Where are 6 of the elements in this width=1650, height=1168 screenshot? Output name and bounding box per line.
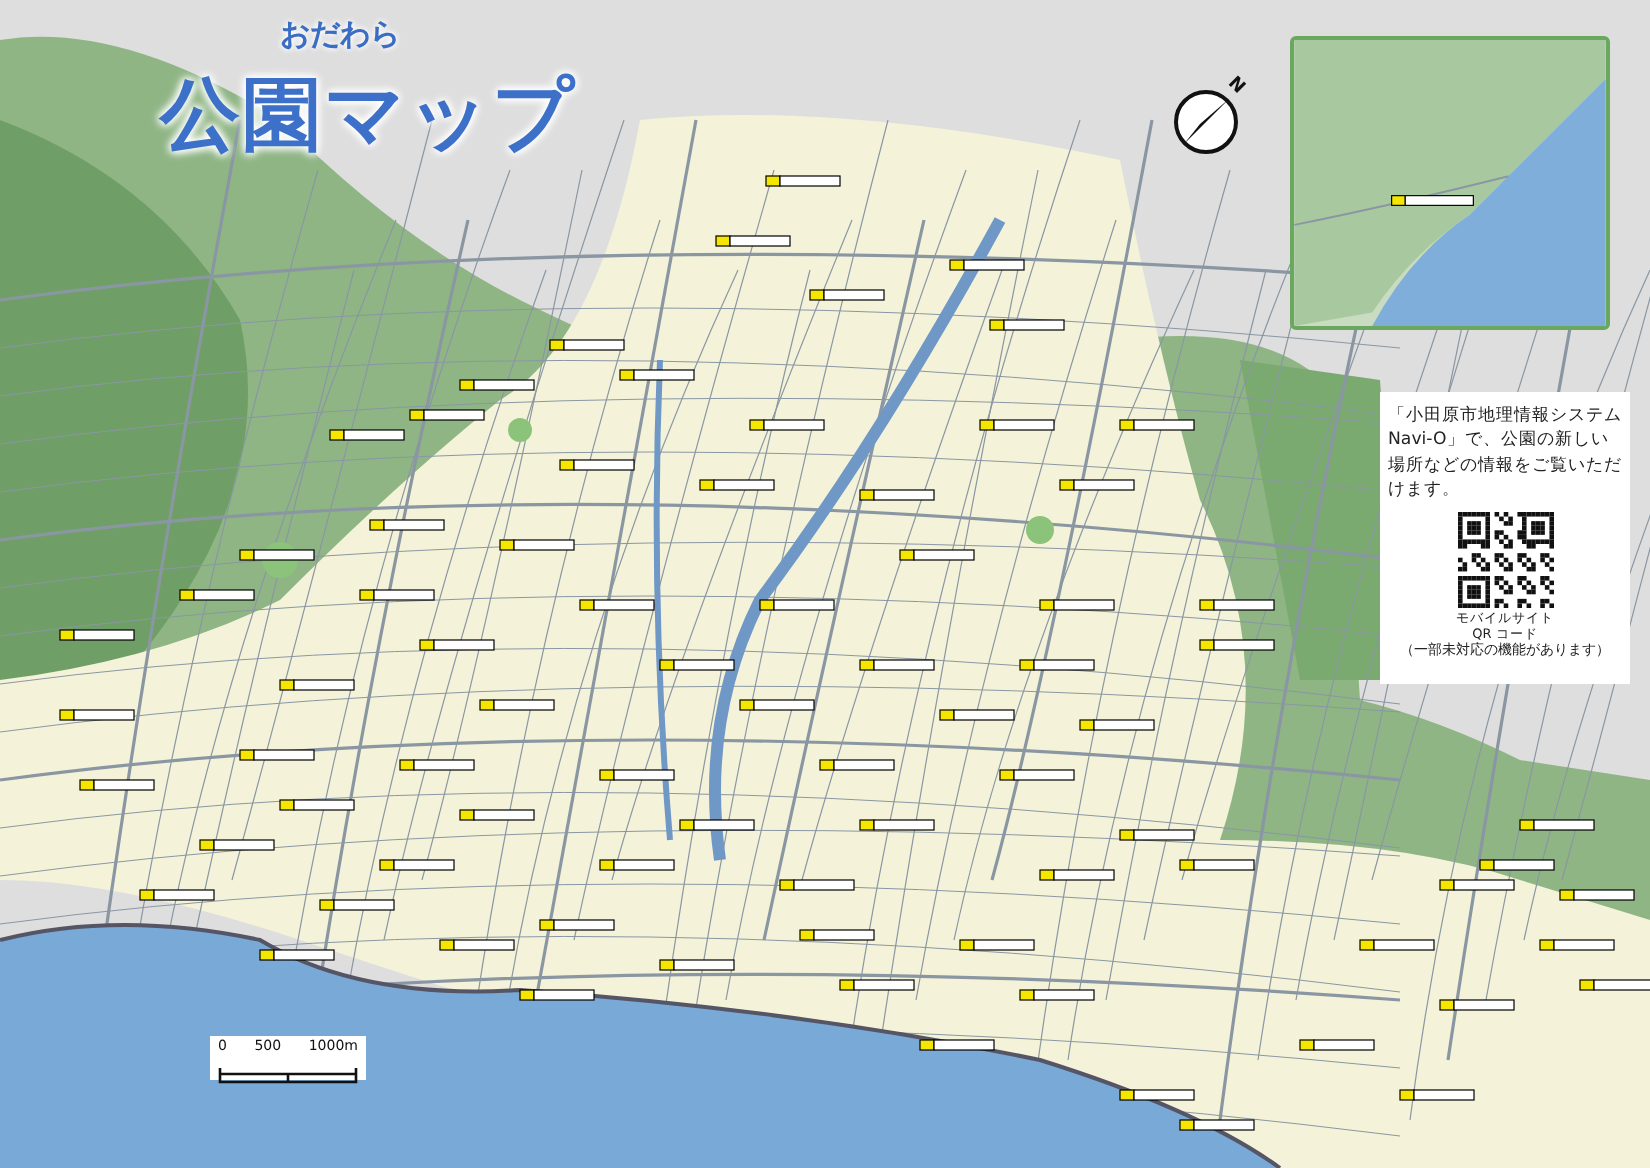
map-title: 公園マップ — [160, 72, 576, 160]
info-text: 「小田原市地理情報システム Navi-O」で、公園の新しい場所などの情報をご覧いただけます。 — [1388, 404, 1622, 504]
north-label: N — [1223, 73, 1248, 99]
scale-ruler-icon — [218, 1068, 358, 1084]
qr-code-icon — [1457, 511, 1553, 608]
title-reading: おだわら — [280, 16, 400, 54]
